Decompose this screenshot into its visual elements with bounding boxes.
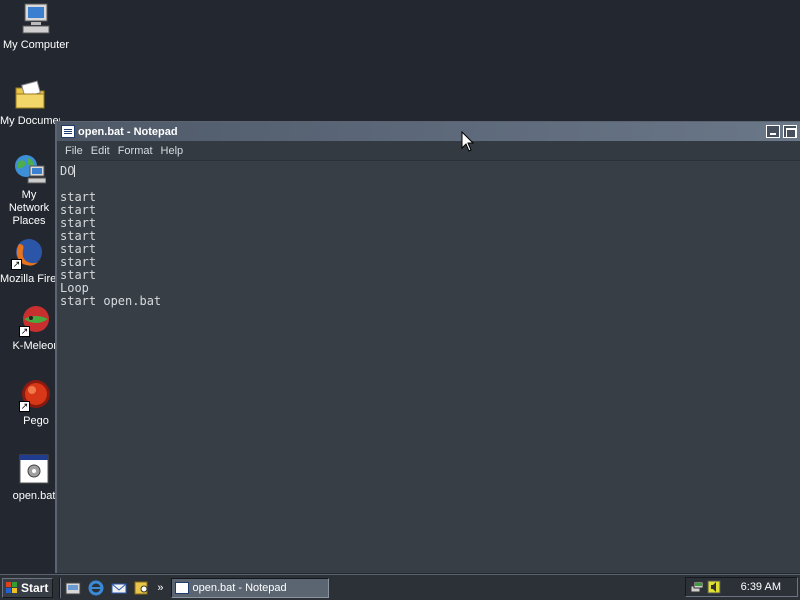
- desktop-icon-my-documents[interactable]: My Documents: [0, 78, 60, 128]
- start-label: Start: [21, 580, 49, 595]
- show-desktop-icon[interactable]: [65, 580, 81, 596]
- firefox-icon: ↗: [11, 236, 45, 270]
- menu-format[interactable]: Format: [114, 145, 157, 157]
- shortcut-arrow-icon: ↗: [11, 259, 22, 270]
- pego-icon: ↗: [19, 378, 53, 412]
- network-connection-icon[interactable]: [690, 580, 704, 594]
- internet-explorer-icon[interactable]: [88, 580, 104, 596]
- quicklaunch-overflow-chevron[interactable]: »: [157, 582, 163, 594]
- menu-bar: File Edit Format Help: [57, 141, 800, 161]
- network-icon: [12, 152, 47, 186]
- text-caret: [74, 165, 76, 177]
- editor-line: start: [60, 190, 97, 204]
- menu-help[interactable]: Help: [157, 145, 188, 157]
- desktop-icon-label: My Computer: [2, 39, 70, 51]
- minimize-button[interactable]: [766, 125, 780, 138]
- notepad-icon[interactable]: [61, 125, 75, 138]
- taskbar-button-notepad[interactable]: open.bat - Notepad: [171, 577, 330, 598]
- taskbar-button-label: open.bat - Notepad: [192, 581, 287, 594]
- clock[interactable]: 6:39 AM: [741, 581, 781, 593]
- kmeleon-icon: ↗: [19, 303, 53, 337]
- editor-line: start: [60, 268, 97, 282]
- notepad-icon: [175, 581, 190, 594]
- desktop-icon-label: My Documents: [0, 115, 60, 127]
- desktop-icon-my-computer[interactable]: My Computer: [0, 2, 72, 52]
- editor-line: start: [60, 255, 97, 269]
- text-editor-area[interactable]: DO start start start start start start start Lo…: [57, 162, 800, 573]
- shortcut-arrow-icon: ↗: [19, 326, 30, 337]
- batch-file-icon: [17, 453, 51, 487]
- computer-icon: [19, 2, 53, 36]
- menu-edit[interactable]: Edit: [87, 145, 114, 157]
- folder-icon: [13, 78, 47, 112]
- menu-file[interactable]: File: [61, 145, 87, 157]
- editor-line: start open.bat: [60, 294, 162, 308]
- quicklaunch-separator: [59, 577, 62, 598]
- desktop-icon-label: Mozilla Firefox: [0, 273, 56, 285]
- explorer-search-icon[interactable]: [134, 580, 150, 596]
- window-title: open.bat - Notepad: [78, 125, 178, 138]
- editor-line: DO: [60, 164, 76, 178]
- editor-line: start: [60, 203, 97, 217]
- volume-icon[interactable]: [707, 580, 721, 594]
- notepad-window[interactable]: open.bat - Notepad File Edit Format Help…: [55, 121, 800, 573]
- editor-line: start: [60, 229, 97, 243]
- shortcut-arrow-icon: ↗: [19, 401, 30, 412]
- title-bar[interactable]: open.bat - Notepad: [57, 122, 800, 141]
- editor-line: start: [60, 242, 97, 256]
- start-button[interactable]: Start: [2, 577, 54, 598]
- outlook-express-icon[interactable]: [111, 580, 127, 596]
- taskbar: Start » open.bat - Notepad 6:39 AM: [0, 574, 800, 600]
- system-tray: 6:39 AM: [685, 577, 798, 597]
- editor-line: Loop: [60, 281, 89, 295]
- editor-line: start: [60, 216, 97, 230]
- desktop-icon-network[interactable]: My Network Places: [0, 152, 58, 228]
- windows-flag-icon: [6, 581, 18, 594]
- maximize-button[interactable]: [783, 125, 797, 138]
- desktop-icon-firefox[interactable]: ↗ Mozilla Firefox: [0, 236, 56, 286]
- mouse-cursor-icon: [461, 131, 475, 152]
- desktop-icon-label: My Network Places: [8, 189, 50, 227]
